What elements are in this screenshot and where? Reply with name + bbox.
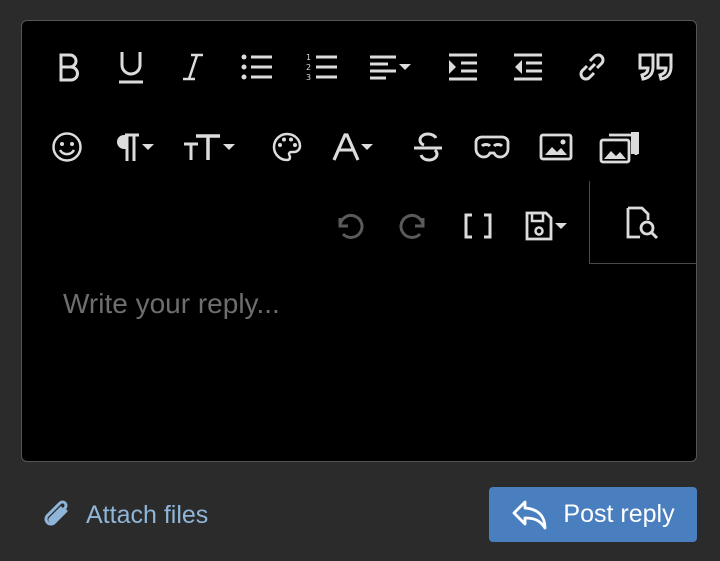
font-size-icon xyxy=(184,134,220,160)
preview-button[interactable] xyxy=(620,201,664,245)
emoji-icon xyxy=(52,132,82,162)
chevron-down-icon xyxy=(555,223,567,229)
undo-icon xyxy=(338,213,364,239)
text-color-button[interactable] xyxy=(324,125,382,169)
outdent-button[interactable] xyxy=(507,45,549,89)
numbered-list-button[interactable]: 123 xyxy=(301,45,343,89)
font-size-button[interactable] xyxy=(177,125,241,169)
reply-editor: 123 Write your reply... xyxy=(21,20,697,462)
strikethrough-icon xyxy=(414,132,442,162)
spoiler-button[interactable] xyxy=(469,125,515,169)
paragraph-format-button[interactable] xyxy=(106,125,164,169)
italic-button[interactable] xyxy=(172,45,214,89)
media-gallery-icon xyxy=(599,132,639,164)
attach-files-button[interactable]: Attach files xyxy=(40,495,208,535)
svg-text:2: 2 xyxy=(306,63,311,72)
bullet-list-icon xyxy=(241,54,272,80)
underline-icon xyxy=(119,52,143,84)
bold-button[interactable] xyxy=(48,45,90,89)
strikethrough-button[interactable] xyxy=(407,125,449,169)
redo-button[interactable] xyxy=(392,204,434,248)
preview-icon xyxy=(626,206,659,240)
text-color-palette-button[interactable] xyxy=(266,125,308,169)
drafts-icon xyxy=(525,211,553,241)
spoiler-icon xyxy=(474,135,510,159)
toggle-bbcode-button[interactable] xyxy=(457,204,499,248)
bullet-list-button[interactable] xyxy=(236,45,278,89)
attach-files-label: Attach files xyxy=(86,500,209,529)
emoji-button[interactable] xyxy=(46,125,88,169)
insert-image-button[interactable] xyxy=(535,125,577,169)
chevron-down-icon xyxy=(223,144,235,150)
chevron-down-icon xyxy=(399,64,411,70)
link-icon xyxy=(579,53,605,81)
quote-icon xyxy=(638,53,673,81)
outdent-icon xyxy=(514,53,542,81)
image-icon xyxy=(539,133,573,161)
italic-icon xyxy=(183,53,203,81)
align-button[interactable] xyxy=(361,45,419,89)
redo-icon xyxy=(399,213,425,239)
paperclip-icon xyxy=(44,500,68,526)
numbered-list-icon: 123 xyxy=(306,53,337,82)
bold-icon xyxy=(59,53,79,82)
reply-arrow-icon xyxy=(513,500,547,529)
quote-button[interactable] xyxy=(634,45,678,89)
indent-button[interactable] xyxy=(442,45,484,89)
drafts-button[interactable] xyxy=(517,204,575,248)
undo-button[interactable] xyxy=(329,204,371,248)
indent-icon xyxy=(449,53,477,81)
link-button[interactable] xyxy=(571,45,613,89)
chevron-down-icon xyxy=(142,144,154,150)
text-color-icon xyxy=(332,133,360,161)
svg-text:3: 3 xyxy=(306,73,311,82)
underline-button[interactable] xyxy=(110,45,152,89)
svg-text:1: 1 xyxy=(306,53,311,62)
paragraph-format-icon xyxy=(117,133,139,161)
align-icon xyxy=(370,55,396,80)
post-reply-label: Post reply xyxy=(563,500,675,528)
chevron-down-icon xyxy=(361,144,373,150)
insert-media-button[interactable] xyxy=(597,125,643,169)
post-reply-button[interactable]: Post reply xyxy=(489,487,697,542)
bbcode-toggle-icon xyxy=(464,213,492,239)
palette-icon xyxy=(272,132,302,162)
reply-input[interactable]: Write your reply... xyxy=(63,286,280,322)
preview-toggle-container xyxy=(589,181,696,264)
